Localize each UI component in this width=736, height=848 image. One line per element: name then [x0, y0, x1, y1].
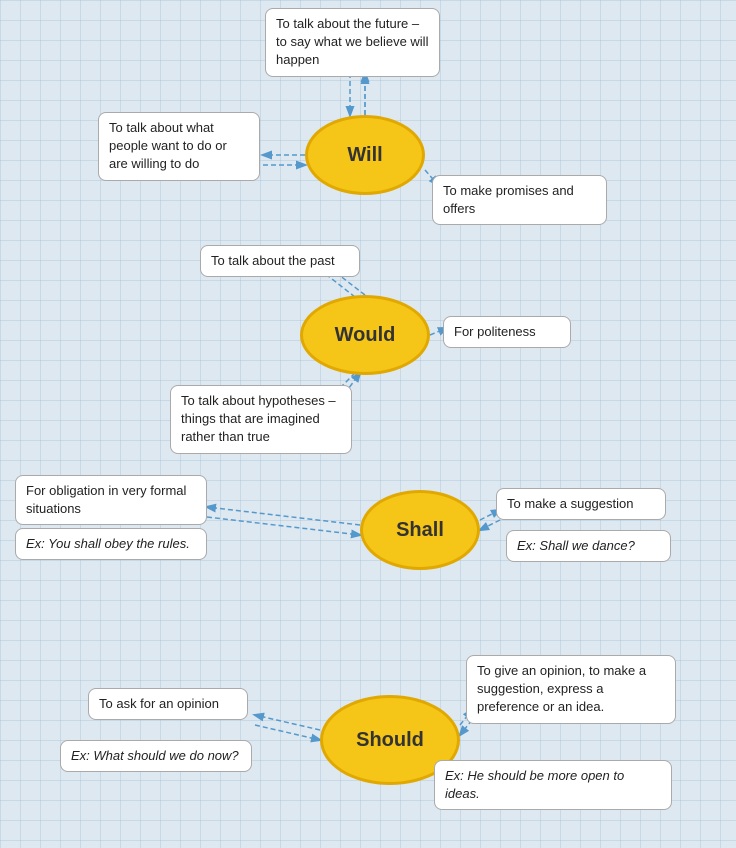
- shall-right-top-box: To make a suggestion: [496, 488, 666, 520]
- will-right-box: To make promises and offers: [432, 175, 607, 225]
- should-left-top-box: To ask for an opinion: [88, 688, 248, 720]
- would-top-box: To talk about the past: [200, 245, 360, 277]
- will-left-box: To talk about what people want to do or …: [98, 112, 260, 181]
- shall-node: Shall: [360, 490, 480, 570]
- shall-left-top-box: For obligation in very formal situations: [15, 475, 207, 525]
- will-label: Will: [347, 144, 382, 167]
- would-label: Would: [335, 324, 396, 347]
- should-label: Should: [356, 729, 424, 752]
- will-node: Will: [305, 115, 425, 195]
- will-top-box: To talk about the future – to say what w…: [265, 8, 440, 77]
- should-left-bottom-box: Ex: What should we do now?: [60, 740, 252, 772]
- would-right-box: For politeness: [443, 316, 571, 348]
- shall-right-bottom-box: Ex: Shall we dance?: [506, 530, 671, 562]
- shall-left-bottom-box: Ex: You shall obey the rules.: [15, 528, 207, 560]
- would-bottom-box: To talk about hypotheses – things that a…: [170, 385, 352, 454]
- diagram: Will Would Shall Should To talk about th…: [0, 0, 736, 848]
- would-node: Would: [300, 295, 430, 375]
- should-right-bottom-box: Ex: He should be more open to ideas.: [434, 760, 672, 810]
- shall-label: Shall: [396, 519, 444, 542]
- should-right-top-box: To give an opinion, to make a suggestion…: [466, 655, 676, 724]
